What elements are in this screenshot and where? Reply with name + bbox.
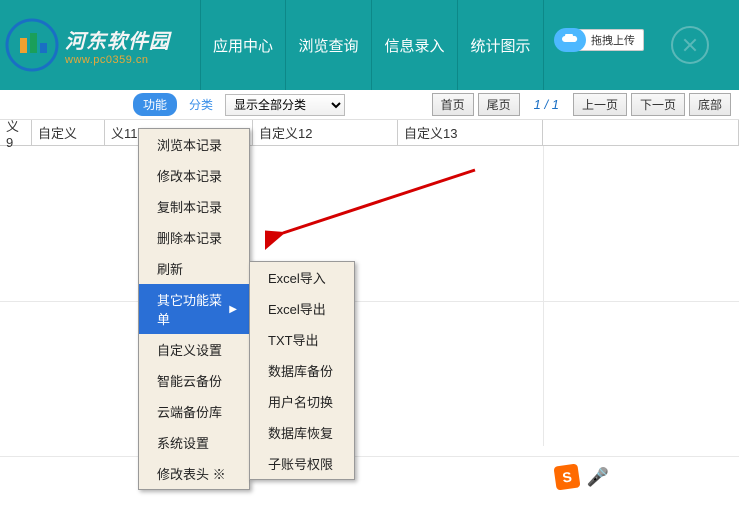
logo-title: 河东软件园: [65, 25, 170, 54]
nav-app-center[interactable]: 应用中心: [200, 0, 286, 90]
submenu-txt-export[interactable]: TXT导出: [250, 324, 354, 355]
microphone-icon[interactable]: 🎤: [587, 467, 609, 488]
sogou-ime-icon[interactable]: S: [553, 463, 580, 490]
category-button[interactable]: 分类: [181, 93, 221, 116]
menu-label: 其它功能菜单: [157, 290, 229, 328]
upload-widget[interactable]: 拖拽上传: [554, 28, 644, 52]
prev-page-button[interactable]: 上一页: [573, 93, 627, 116]
main-nav: 应用中心 浏览查询 信息录入 统计图示: [200, 0, 544, 90]
table-header-row: 义9 自定义 义11 自定义12 自定义13: [0, 120, 739, 146]
toolbar: 功能 分类 显示全部分类 首页 尾页 1 / 1 上一页 下一页 底部: [0, 90, 739, 120]
logo-area: 河东软件园 www.pc0359.cn: [0, 18, 200, 73]
column-header[interactable]: 义9: [0, 120, 32, 145]
bottom-button[interactable]: 底部: [689, 93, 731, 116]
submenu-switch-user[interactable]: 用户名切换: [250, 386, 354, 417]
menu-cloud-backup[interactable]: 智能云备份: [139, 365, 249, 396]
chevron-right-icon: ▶: [229, 304, 237, 315]
column-header[interactable]: [543, 120, 739, 145]
submenu-excel-export[interactable]: Excel导出: [250, 293, 354, 324]
cloud-upload-icon: [554, 28, 586, 52]
nav-browse-query[interactable]: 浏览查询: [286, 0, 372, 90]
last-page-button[interactable]: 尾页: [478, 93, 520, 116]
nav-info-entry[interactable]: 信息录入: [372, 0, 458, 90]
menu-browse-record[interactable]: 浏览本记录: [139, 129, 249, 160]
function-button[interactable]: 功能: [133, 93, 177, 116]
submenu-db-backup[interactable]: 数据库备份: [250, 355, 354, 386]
context-menu: 浏览本记录 修改本记录 复制本记录 删除本记录 刷新 其它功能菜单 ▶ 自定义设…: [138, 128, 250, 490]
submenu: Excel导入 Excel导出 TXT导出 数据库备份 用户名切换 数据库恢复 …: [249, 261, 355, 480]
ime-toolbar: S 🎤: [555, 465, 609, 489]
column-header[interactable]: 自定义13: [398, 120, 543, 145]
logo-url: www.pc0359.cn: [65, 54, 170, 66]
table-body: [0, 146, 739, 446]
submenu-db-restore[interactable]: 数据库恢复: [250, 417, 354, 448]
menu-refresh[interactable]: 刷新: [139, 253, 249, 284]
column-header[interactable]: 自定义12: [253, 120, 398, 145]
column-header[interactable]: 自定义: [32, 120, 105, 145]
submenu-subaccount-perm[interactable]: 子账号权限: [250, 448, 354, 479]
menu-delete-record[interactable]: 删除本记录: [139, 222, 249, 253]
menu-copy-record[interactable]: 复制本记录: [139, 191, 249, 222]
menu-custom-settings[interactable]: 自定义设置: [139, 334, 249, 365]
first-page-button[interactable]: 首页: [432, 93, 474, 116]
page-indicator: 1 / 1: [534, 97, 559, 112]
close-button[interactable]: [671, 26, 709, 64]
app-header: 河东软件园 www.pc0359.cn 应用中心 浏览查询 信息录入 统计图示 …: [0, 0, 739, 90]
menu-system-settings[interactable]: 系统设置: [139, 427, 249, 458]
submenu-excel-import[interactable]: Excel导入: [250, 262, 354, 293]
next-page-button[interactable]: 下一页: [631, 93, 685, 116]
menu-cloud-backup-store[interactable]: 云端备份库: [139, 396, 249, 427]
logo-icon: [5, 18, 60, 73]
menu-other-functions[interactable]: 其它功能菜单 ▶: [139, 284, 249, 334]
data-table: 义9 自定义 义11 自定义12 自定义13: [0, 120, 739, 520]
menu-edit-header[interactable]: 修改表头 ※: [139, 458, 249, 489]
category-select[interactable]: 显示全部分类: [225, 94, 345, 116]
nav-statistics[interactable]: 统计图示: [458, 0, 544, 90]
menu-edit-record[interactable]: 修改本记录: [139, 160, 249, 191]
